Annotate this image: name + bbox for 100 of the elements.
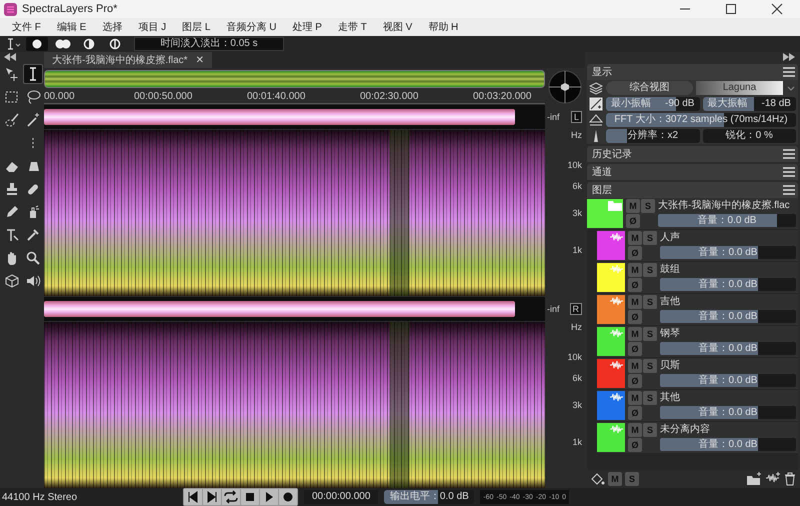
volume-slider[interactable]: 音量：0.0 dB	[660, 438, 796, 451]
menu-icon[interactable]	[783, 185, 795, 195]
play-icon[interactable]	[260, 489, 278, 505]
slider-label: 音量：0.0 dB	[698, 438, 758, 451]
waveform-icon	[609, 231, 625, 243]
phase-invert-button[interactable]: Ø	[628, 342, 642, 356]
menu-item[interactable]: 项目 J	[130, 20, 174, 34]
trash-icon[interactable]	[784, 472, 796, 486]
solo-button[interactable]: S	[643, 391, 657, 405]
colormap-dropdown[interactable]: Laguna	[696, 81, 783, 95]
solo-button[interactable]: S	[643, 423, 657, 437]
slider-label: 音量：0.0 dB	[698, 278, 758, 291]
waveform-icon	[609, 295, 625, 307]
volume-slider[interactable]: 音量：0.0 dB	[660, 278, 796, 291]
paint-bucket-icon[interactable]	[589, 472, 605, 486]
phase-invert-button[interactable]: Ø	[626, 214, 640, 228]
slider-label: 音量：0.0 dB	[698, 406, 758, 419]
frequency-label: 6k	[572, 373, 582, 383]
mute-button[interactable]: M	[628, 391, 642, 405]
menu-icon[interactable]	[783, 149, 795, 159]
new-folder-icon[interactable]	[746, 472, 762, 486]
phase-invert-button[interactable]: Ø	[628, 278, 642, 292]
slider-label: 音量：0.0 dB	[698, 342, 758, 355]
volume-slider[interactable]: 音量：0.0 dB	[660, 342, 796, 355]
slider-label: 音量：0.0 dB	[698, 214, 756, 227]
layer-name: 其他	[660, 391, 681, 405]
mute-button[interactable]: M	[628, 359, 642, 373]
mute-button[interactable]: M	[628, 231, 642, 245]
waveform-icon	[609, 423, 625, 435]
volume-slider[interactable]: 音量：0.0 dB	[660, 374, 796, 387]
resolution-slider[interactable]: 分辨率：x2	[606, 129, 700, 143]
mute-button[interactable]: M	[628, 263, 642, 277]
waveform-icon	[609, 391, 625, 403]
panel-header[interactable]: 通道	[587, 164, 798, 180]
panel-header[interactable]: 历史记录	[587, 146, 798, 162]
skip-back-icon[interactable]	[184, 489, 202, 505]
navigation-wheel[interactable]	[548, 70, 582, 104]
record-icon[interactable]	[279, 489, 297, 505]
solo-all-button[interactable]: S	[625, 472, 639, 486]
layer-name: 吉他	[660, 295, 681, 309]
fade-time-field[interactable]: 时间淡入淡出：0.05 s	[134, 37, 284, 51]
solo-button[interactable]: S	[643, 263, 657, 277]
menu-item[interactable]: 视图 V	[374, 20, 420, 34]
window-title: SpectraLayers Pro*	[22, 3, 118, 15]
double-right-arrow-icon[interactable]	[783, 53, 795, 61]
frequency-label: 3k	[572, 400, 582, 410]
menu-item[interactable]: 音频分离 U	[218, 20, 284, 34]
slider-label: 音量：0.0 dB	[698, 374, 758, 387]
solo-button[interactable]: S	[643, 295, 657, 309]
tab-label: 大张伟-我脑海中的橡皮擦.flac*	[52, 54, 188, 67]
menu-icon[interactable]	[783, 167, 795, 177]
volume-slider[interactable]: 音量：0.0 dB	[660, 310, 796, 323]
phase-invert-button[interactable]: Ø	[628, 374, 642, 388]
mute-button[interactable]: M	[626, 199, 640, 213]
waveform-icon	[609, 359, 625, 371]
menu-item[interactable]: 图层 L	[174, 20, 218, 34]
phase-invert-button[interactable]: Ø	[628, 438, 642, 452]
solo-button[interactable]: S	[643, 359, 657, 373]
frequency-label: 1k	[572, 437, 582, 447]
skip-forward-icon[interactable]	[203, 489, 221, 505]
solo-button[interactable]: S	[643, 327, 657, 341]
stop-icon[interactable]	[241, 489, 259, 505]
menu-item[interactable]: 走带 T	[330, 20, 375, 34]
frequency-label: 6k	[572, 181, 582, 191]
panel-header[interactable]: 显示	[587, 64, 798, 80]
phase-invert-button[interactable]: Ø	[628, 406, 642, 420]
layer-name: 人声	[660, 231, 681, 245]
menu-item[interactable]: 处理 P	[284, 20, 330, 34]
close-tab-button[interactable]: ✕	[196, 54, 204, 66]
loop-icon[interactable]	[222, 489, 240, 505]
menu-item[interactable]: 编辑 E	[48, 20, 94, 34]
time-label: 00:03:20.000	[473, 91, 532, 102]
menu-item[interactable]: 文件 F	[4, 20, 49, 34]
solo-button[interactable]: S	[643, 231, 657, 245]
menu-icon[interactable]	[783, 67, 795, 77]
document-tab[interactable]: 大张伟-我脑海中的橡皮擦.flac* ✕	[44, 52, 212, 68]
phase-invert-button[interactable]: Ø	[628, 246, 642, 260]
panel-header[interactable]: 图层	[587, 182, 798, 198]
mute-button[interactable]: M	[628, 295, 642, 309]
channel-label: L	[570, 111, 582, 123]
max-amplitude-slider[interactable]: 最大振幅 -18 dB	[702, 97, 796, 111]
menu-item[interactable]: 帮助 H	[420, 20, 466, 34]
volume-slider[interactable]: 音量：0.0 dB	[660, 406, 796, 419]
frequency-label: 10k	[567, 160, 582, 170]
volume-slider[interactable]: 音量：0.0 dB	[660, 246, 796, 259]
menu-item[interactable]: 选择	[94, 20, 130, 34]
slider-label: 音量：0.0 dB	[698, 246, 758, 259]
mute-button[interactable]: M	[628, 423, 642, 437]
layer-name: 鼓组	[660, 263, 681, 277]
app-logo-icon	[4, 2, 17, 16]
sharpness-slider[interactable]: 锐化：0 %	[702, 129, 796, 143]
mute-all-button[interactable]: M	[608, 472, 622, 486]
mute-button[interactable]: M	[628, 327, 642, 341]
volume-slider[interactable]: 音量：0.0 dB	[658, 214, 796, 227]
solo-button[interactable]: S	[641, 199, 655, 213]
text-cursor-icon[interactable]	[23, 64, 43, 84]
double-left-arrow-icon[interactable]	[4, 53, 16, 61]
view-mode-button[interactable]: 综合视图	[606, 81, 693, 95]
text-cursor-icon[interactable]	[6, 37, 22, 51]
phase-invert-button[interactable]: Ø	[628, 310, 642, 324]
